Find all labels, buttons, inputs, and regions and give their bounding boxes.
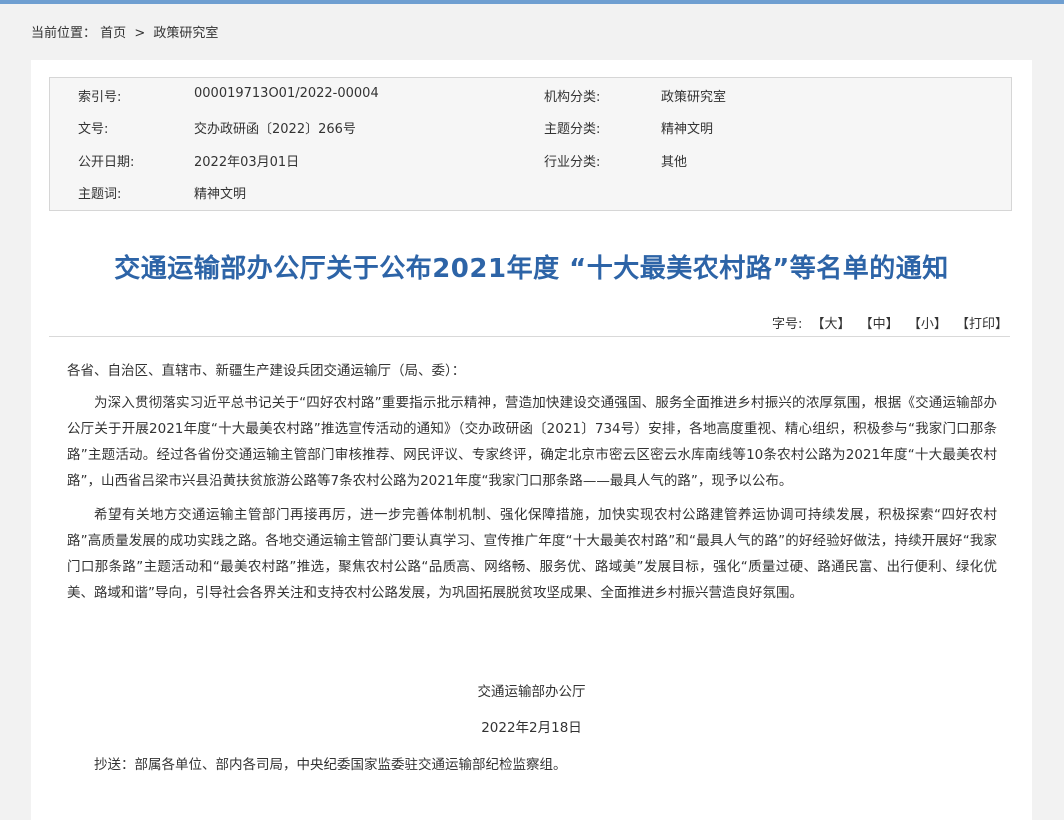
font-size-label: 字号:: [771, 317, 803, 332]
keyword-label: 主题词:: [78, 187, 122, 202]
docno-value: 交办政研函〔2022〕266号: [194, 122, 356, 137]
article-body: 各省、自治区、直辖市、新疆生产建设兵团交通运输厅（局、委）： 为深入贯彻落实习近…: [67, 358, 997, 614]
breadcrumb: 当前位置： 首页 > 政策研究室: [31, 22, 218, 41]
topic-value: 精神文明: [661, 122, 714, 137]
issue-date: 2022年2月18日: [481, 720, 582, 736]
article-title: 交通运输部办公厅关于公布2021年度 “十大最美农村路”等名单的通知: [114, 254, 949, 284]
topic-label: 主题分类:: [544, 122, 601, 137]
cc-line: 抄送：部属各单位、部内各司局，中央纪委国家监委驻交通运输部纪检监察组。: [94, 757, 567, 773]
org-value: 政策研究室: [661, 90, 727, 105]
issuer-signature: 交通运输部办公厅: [477, 684, 586, 700]
title-divider: [49, 336, 1010, 337]
breadcrumb-current-link[interactable]: 政策研究室: [153, 26, 218, 41]
print-button[interactable]: 【打印】: [956, 317, 1008, 332]
body-paragraph: 为深入贯彻落实习近平总书记关于“四好农村路”重要指示批示精神，营造加快建设交通强…: [67, 395, 997, 489]
salutation: 各省、自治区、直辖市、新疆生产建设兵团交通运输厅（局、委）：: [67, 363, 466, 379]
breadcrumb-prefix: 当前位置：: [31, 26, 97, 41]
metadata-table: 索引号: 000019713O01/2022-00004 机构分类: 政策研究室…: [49, 77, 1012, 211]
breadcrumb-separator: >: [134, 26, 146, 41]
industry-value: 其他: [661, 155, 688, 170]
font-medium-button[interactable]: 【中】: [860, 317, 899, 332]
body-paragraph: 希望有关地方交通运输主管部门再接再厉，进一步完善体制机制、强化保障措施，加快实现…: [67, 507, 997, 601]
index-value: 000019713O01/2022-00004: [194, 86, 379, 101]
industry-label: 行业分类:: [544, 155, 601, 170]
docno-label: 文号:: [78, 122, 109, 137]
article-card: 索引号: 000019713O01/2022-00004 机构分类: 政策研究室…: [31, 60, 1032, 820]
metadata-row: 公开日期: 2022年03月01日 行业分类: 其他: [50, 143, 1011, 175]
date-value: 2022年03月01日: [194, 155, 300, 170]
top-accent-bar: [0, 0, 1064, 4]
breadcrumb-home-link[interactable]: 首页: [100, 26, 126, 41]
metadata-row: 文号: 交办政研函〔2022〕266号 主题分类: 精神文明: [50, 110, 1011, 142]
metadata-row: 索引号: 000019713O01/2022-00004 机构分类: 政策研究室: [50, 78, 1011, 110]
metadata-row: 主题词: 精神文明: [50, 175, 1011, 207]
keyword-value: 精神文明: [194, 187, 247, 202]
font-size-toolbar: 字号: 【大】 【中】 【小】 【打印】: [772, 313, 1008, 332]
org-label: 机构分类:: [544, 90, 601, 105]
date-label: 公开日期:: [78, 155, 135, 170]
index-label: 索引号:: [78, 90, 122, 105]
font-small-button[interactable]: 【小】: [908, 317, 947, 332]
font-large-button[interactable]: 【大】: [812, 317, 851, 332]
